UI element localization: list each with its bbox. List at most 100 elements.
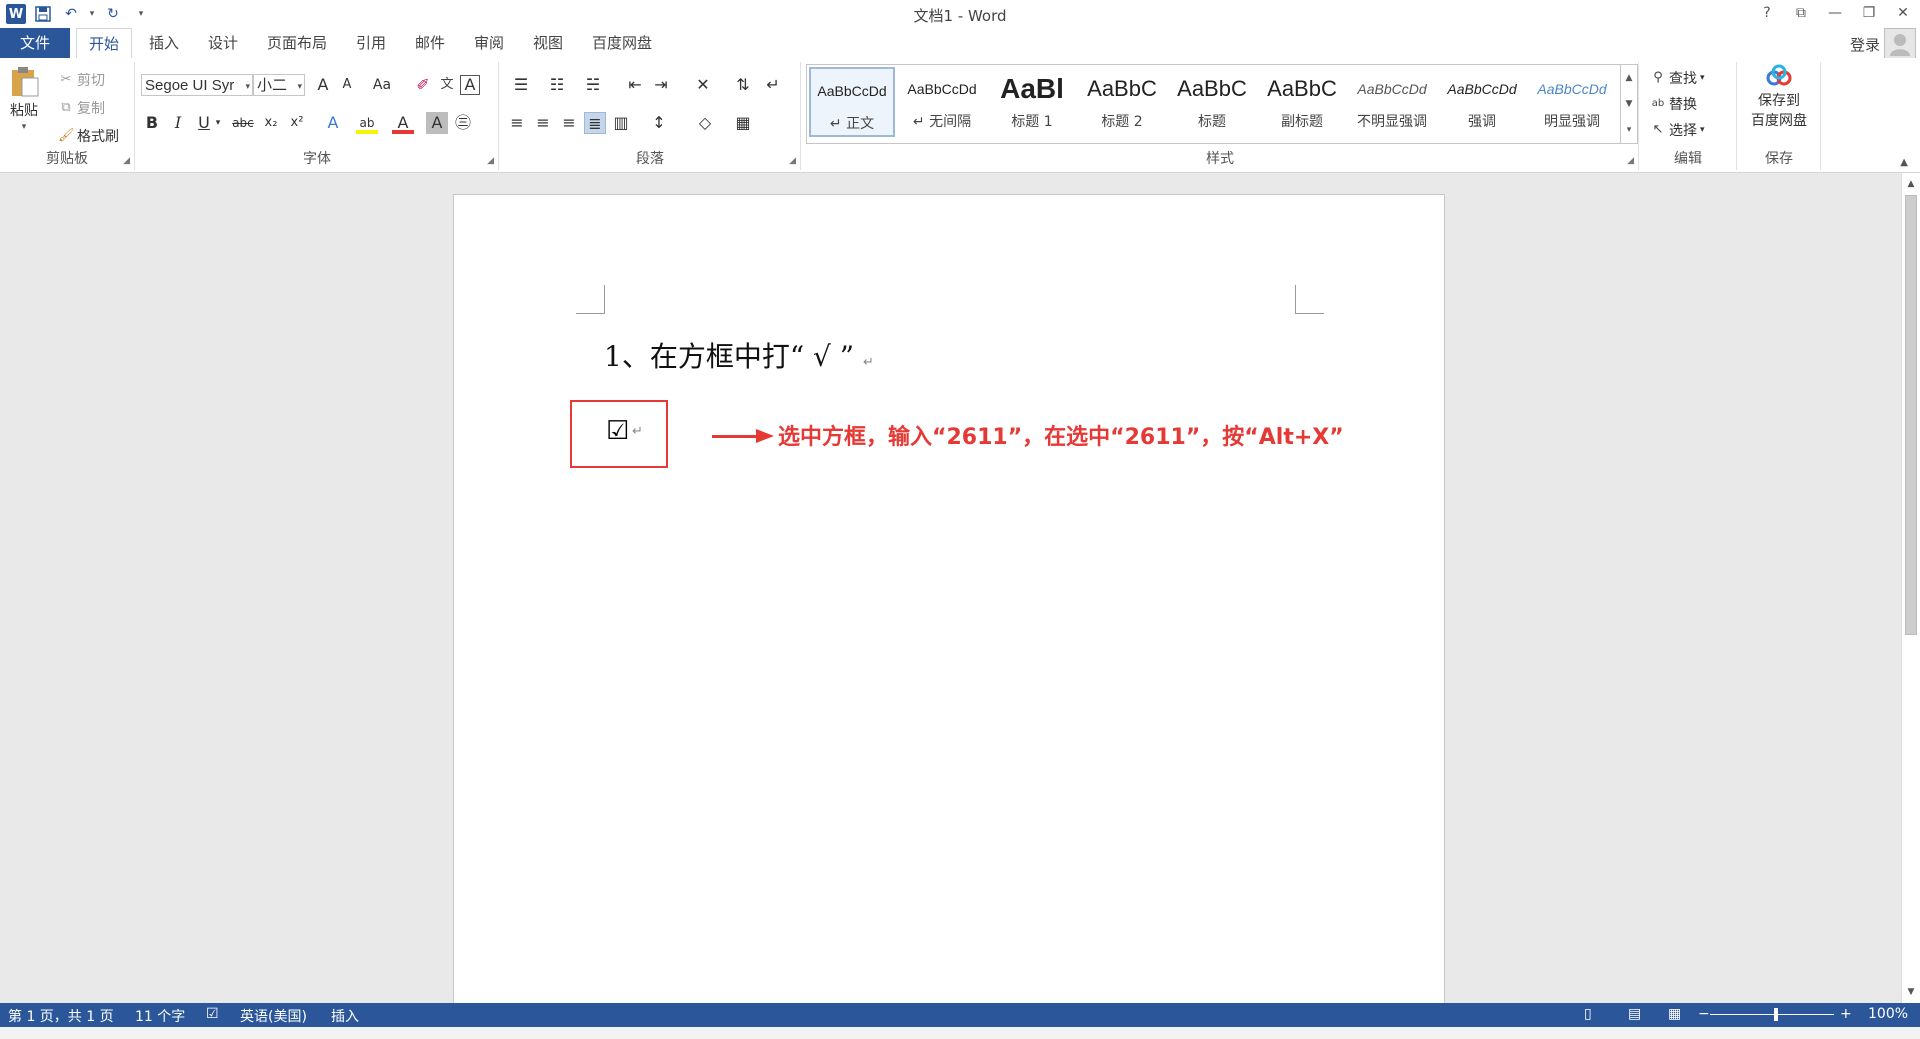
status-mode[interactable]: 插入 — [331, 1006, 359, 1026]
font-size-select[interactable]: 小二 ▾ — [253, 74, 305, 96]
login-link[interactable]: 登录 — [1850, 34, 1880, 55]
enclose-characters-button[interactable]: ㊂ — [452, 112, 474, 134]
scroll-down-icon[interactable]: ▼ — [1902, 983, 1920, 1001]
sort-icon[interactable]: ⇅ — [732, 74, 754, 96]
format-painter-button[interactable]: 🖌 格式刷 — [58, 126, 119, 146]
clear-formatting-button[interactable]: ✐ — [412, 74, 434, 96]
subscript-button[interactable]: x₂ — [260, 112, 282, 134]
tab-baidu-netdisk[interactable]: 百度网盘 — [580, 28, 664, 58]
superscript-button[interactable]: x² — [286, 112, 308, 134]
decrease-indent-icon[interactable]: ⇤ — [624, 74, 646, 96]
undo-dropdown-icon[interactable]: ▾ — [88, 3, 96, 25]
status-language[interactable]: 英语(美国) — [240, 1006, 307, 1026]
scroll-up-icon[interactable]: ▲ — [1902, 175, 1920, 193]
chinese-layout-icon[interactable]: ✕ — [688, 74, 718, 96]
document-page[interactable]: 1、在方框中打“ √ ” ↵ ☑ ↵ 选中方框，输入“2611”，在选中“261… — [453, 194, 1445, 1026]
character-shading-button[interactable]: A — [426, 112, 448, 134]
vertical-scrollbar[interactable]: ▲ ▼ — [1901, 173, 1920, 1003]
zoom-in-button[interactable]: + — [1840, 1006, 1852, 1022]
grow-font-button[interactable]: A — [312, 74, 334, 96]
tab-view[interactable]: 视图 — [521, 28, 575, 58]
zoom-slider[interactable] — [1710, 1014, 1834, 1015]
change-case-button[interactable]: Aa — [366, 74, 398, 96]
bullets-icon[interactable]: ☰ — [506, 74, 536, 96]
read-mode-icon[interactable]: ▯ — [1584, 1006, 1592, 1022]
style-subtitle[interactable]: AaBbC 副标题 — [1259, 67, 1345, 137]
tab-page-layout[interactable]: 页面布局 — [255, 28, 339, 58]
distributed-icon[interactable]: ▥ — [610, 112, 632, 134]
find-button[interactable]: ⚲ 查找 ▾ — [1650, 68, 1704, 88]
paragraph-launcher-icon[interactable]: ◢ — [789, 156, 796, 166]
restore-button[interactable]: ❐ — [1852, 0, 1886, 26]
zoom-slider-thumb[interactable] — [1774, 1008, 1778, 1021]
save-icon[interactable] — [32, 3, 54, 25]
multilevel-list-icon[interactable]: ☵ — [578, 74, 608, 96]
numbering-icon[interactable]: ☷ — [542, 74, 572, 96]
align-center-icon[interactable]: ≡ — [532, 112, 554, 134]
help-button[interactable]: ? — [1750, 0, 1784, 26]
copy-button[interactable]: ⧉ 复制 — [58, 98, 105, 118]
collapse-ribbon-icon[interactable]: ▲ — [1900, 157, 1908, 168]
print-layout-icon[interactable]: ▤ — [1628, 1006, 1641, 1022]
style-intense-emphasis[interactable]: AaBbCcDd 明显强调 — [1529, 67, 1615, 137]
save-to-baidu-button[interactable]: 保存到 百度网盘 — [1744, 64, 1814, 130]
style-emphasis[interactable]: AaBbCcDd 强调 — [1439, 67, 1525, 137]
checkbox-symbol[interactable]: ☑ — [606, 416, 629, 446]
style-title[interactable]: AaBbC 标题 — [1169, 67, 1255, 137]
undo-icon[interactable]: ↶ — [60, 3, 82, 25]
select-button[interactable]: ↖ 选择 ▾ — [1650, 120, 1705, 140]
replace-button[interactable]: ab 替换 — [1650, 94, 1697, 114]
style-normal[interactable]: AaBbCcDd ↵ 正文 — [809, 67, 895, 137]
redo-icon[interactable]: ↻ — [102, 3, 124, 25]
tab-insert[interactable]: 插入 — [137, 28, 191, 58]
bold-button[interactable]: B — [141, 112, 163, 134]
status-word-count[interactable]: 11 个字 — [135, 1006, 185, 1026]
minimize-button[interactable]: — — [1818, 0, 1852, 26]
shading-icon[interactable]: ◇ — [690, 112, 720, 134]
tab-home[interactable]: 开始 — [76, 28, 133, 59]
cut-button[interactable]: ✂ 剪切 — [58, 70, 105, 90]
tab-file[interactable]: 文件 — [0, 28, 70, 58]
tab-mailings[interactable]: 邮件 — [403, 28, 457, 58]
gallery-down-icon[interactable]: ▼ — [1621, 91, 1637, 117]
show-marks-icon[interactable]: ↵ — [762, 74, 784, 96]
tab-design[interactable]: 设计 — [196, 28, 250, 58]
style-heading-2[interactable]: AaBbC 标题 2 — [1079, 67, 1165, 137]
font-name-select[interactable]: Segoe UI Syr ▾ — [141, 74, 253, 96]
status-page[interactable]: 第 1 页，共 1 页 — [8, 1006, 114, 1026]
italic-button[interactable]: I — [167, 112, 189, 134]
proofing-icon[interactable]: ☑ — [206, 1006, 219, 1022]
style-no-spacing[interactable]: AaBbCcDd ↵ 无间隔 — [899, 67, 985, 137]
close-button[interactable]: ✕ — [1886, 0, 1920, 26]
gallery-up-icon[interactable]: ▲ — [1621, 65, 1637, 91]
underline-dropdown-icon[interactable]: ▾ — [212, 112, 224, 134]
line-spacing-icon[interactable]: ↕ — [644, 112, 674, 134]
shrink-font-button[interactable]: A — [336, 74, 358, 96]
customize-qat-icon[interactable]: ▾ — [130, 3, 152, 25]
highlight-button[interactable]: ab — [356, 112, 378, 134]
clipboard-launcher-icon[interactable]: ◢ — [123, 156, 130, 166]
tab-references[interactable]: 引用 — [344, 28, 398, 58]
web-layout-icon[interactable]: ▦ — [1668, 1006, 1681, 1022]
increase-indent-icon[interactable]: ⇥ — [650, 74, 672, 96]
paste-button[interactable]: 粘贴 ▾ — [8, 66, 40, 132]
font-launcher-icon[interactable]: ◢ — [487, 156, 494, 166]
character-border-button[interactable]: A — [460, 75, 480, 95]
zoom-out-button[interactable]: − — [1698, 1006, 1710, 1022]
borders-icon[interactable]: ▦ — [728, 112, 758, 134]
style-subtle-emphasis[interactable]: AaBbCcDd 不明显强调 — [1349, 67, 1435, 137]
align-right-icon[interactable]: ≡ — [558, 112, 580, 134]
tab-review[interactable]: 审阅 — [462, 28, 516, 58]
paste-dropdown-icon[interactable]: ▾ — [22, 122, 27, 132]
style-heading-1[interactable]: AaBl 标题 1 — [989, 67, 1075, 137]
ribbon-display-options-button[interactable]: ⧉ — [1784, 0, 1818, 26]
styles-launcher-icon[interactable]: ◢ — [1627, 156, 1634, 166]
text-effects-button[interactable]: A — [322, 112, 344, 134]
justify-icon[interactable]: ≣ — [584, 112, 606, 134]
align-left-icon[interactable]: ≡ — [506, 112, 528, 134]
zoom-level[interactable]: 100% — [1868, 1006, 1908, 1022]
phonetic-guide-button[interactable]: 文 — [436, 74, 458, 96]
document-line-1[interactable]: 1、在方框中打“ √ ” ↵ — [604, 335, 874, 375]
scroll-thumb[interactable] — [1905, 195, 1917, 635]
gallery-more-icon[interactable]: ▾ — [1621, 117, 1637, 143]
